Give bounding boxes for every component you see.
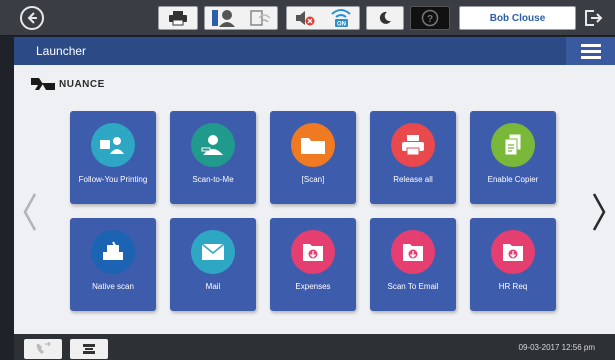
printer-icon — [391, 123, 435, 167]
mail-icon — [191, 230, 235, 274]
sleep-button[interactable] — [366, 6, 404, 30]
tile-label: Follow-You Printing — [78, 175, 148, 184]
tile-label: Native scan — [92, 282, 134, 291]
document-download-icon — [491, 230, 535, 274]
launcher-content: NUANCE Follow-You Printing Scan-to-Me [S — [14, 65, 615, 334]
svg-text:ON: ON — [337, 22, 346, 28]
account-network-group — [204, 6, 278, 30]
help-button[interactable]: ? — [410, 6, 450, 30]
phone-icon — [36, 342, 51, 354]
audio-wifi-group: ON — [286, 6, 360, 30]
tile-label: Enable Copier — [487, 175, 539, 184]
tile-scan-to-me[interactable]: Scan-to-Me — [170, 111, 256, 204]
wifi-status-icon[interactable] — [249, 8, 271, 28]
logout-icon — [585, 10, 603, 26]
tray-icon — [83, 344, 95, 354]
system-bar: ON ? Bob Clouse — [0, 0, 615, 36]
tile-expenses[interactable]: Expenses — [270, 218, 356, 311]
next-page-arrow-icon[interactable] — [591, 192, 607, 232]
folder-icon — [291, 123, 335, 167]
tile-native-scan[interactable]: Native scan — [70, 218, 156, 311]
menu-icon — [580, 43, 601, 47]
previous-page-arrow-icon[interactable] — [22, 192, 38, 232]
back-arrow-icon — [27, 12, 37, 24]
info-person-icon[interactable] — [211, 8, 237, 28]
logo-text: NUANCE — [59, 78, 105, 90]
tile-scan[interactable]: [Scan] — [270, 111, 356, 204]
device-screen: ON ? Bob Clouse Launcher NUANCE Follow-Y… — [0, 0, 615, 360]
document-download-icon — [391, 230, 435, 274]
help-icon: ? — [421, 9, 439, 27]
scan-to-me-icon — [191, 123, 235, 167]
tile-scan-to-email[interactable]: Scan To Email — [370, 218, 456, 311]
printer-status-button[interactable] — [158, 6, 198, 30]
user-button[interactable]: Bob Clouse — [459, 6, 576, 30]
tile-follow-you-printing[interactable]: Follow-You Printing — [70, 111, 156, 204]
tile-label: Expenses — [295, 282, 331, 291]
tile-label: Release all — [393, 175, 433, 184]
nuance-logo: NUANCE — [30, 75, 105, 93]
tile-release-all[interactable]: Release all — [370, 111, 456, 204]
launcher-header: Launcher — [14, 37, 615, 65]
date-time: 09-03-2017 12:56 pm — [518, 343, 596, 352]
printer-icon — [169, 11, 187, 26]
native-scan-icon — [91, 230, 135, 274]
tile-label: Scan To Email — [387, 282, 439, 291]
volume-muted-icon[interactable] — [294, 8, 316, 28]
nuance-logo-icon — [31, 78, 55, 90]
copier-icon — [491, 123, 535, 167]
tile-enable-copier[interactable]: Enable Copier — [470, 111, 556, 204]
phone-call-button[interactable] — [24, 339, 62, 359]
tile-label: Mail — [205, 282, 221, 291]
tile-mail[interactable]: Mail — [170, 218, 256, 311]
wifi-on-icon[interactable]: ON — [329, 8, 353, 28]
tile-hr-req[interactable]: HR Req — [470, 218, 556, 311]
bottom-bar: 09-03-2017 12:56 pm — [14, 334, 615, 360]
tile-label: HR Req — [498, 282, 528, 291]
follow-you-printing-icon — [91, 123, 135, 167]
document-download-icon — [291, 230, 335, 274]
tile-label: Scan-to-Me — [192, 175, 234, 184]
logout-button[interactable] — [583, 6, 603, 30]
tile-label: [Scan] — [301, 175, 325, 184]
back-button[interactable] — [20, 6, 44, 30]
hamburger-menu-button[interactable] — [566, 37, 615, 65]
page-title: Launcher — [36, 44, 87, 58]
sleep-moon-icon — [379, 11, 391, 24]
job-queue-button[interactable] — [70, 339, 108, 359]
svg-text:?: ? — [427, 14, 433, 25]
